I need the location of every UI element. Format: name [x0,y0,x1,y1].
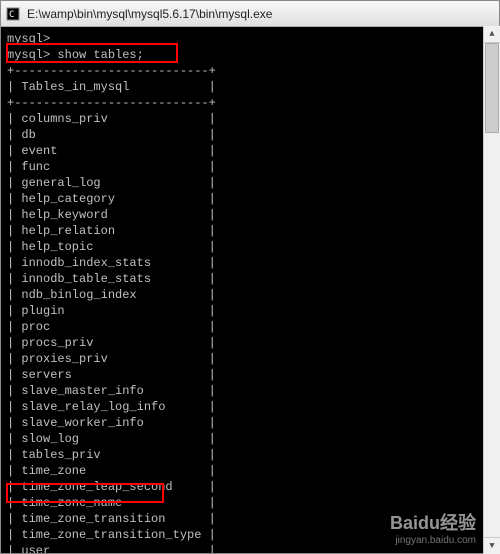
command-line: mysql> show tables; [7,47,482,63]
table-row: | event | [7,143,482,159]
command-text: show tables; [57,48,143,62]
table-row: | time_zone | [7,463,482,479]
table-border-mid: +---------------------------+ [7,95,482,111]
table-border-top: +---------------------------+ [7,63,482,79]
table-row: | slave_master_info | [7,383,482,399]
scroll-up-button[interactable]: ▲ [484,26,500,43]
table-row: | proxies_priv | [7,351,482,367]
table-row: | help_topic | [7,239,482,255]
title-bar[interactable]: C E:\wamp\bin\mysql\mysql5.6.17\bin\mysq… [1,1,499,27]
table-row: | general_log | [7,175,482,191]
table-row: | help_category | [7,191,482,207]
app-icon: C [5,6,21,22]
vertical-scrollbar[interactable]: ▲ ▼ [483,26,500,554]
table-row: | func | [7,159,482,175]
terminal-output[interactable]: mysql> mysql> show tables; +------------… [1,27,499,553]
scrollbar-thumb[interactable] [485,43,499,133]
table-row: | plugin | [7,303,482,319]
table-row: | slave_relay_log_info | [7,399,482,415]
table-row: | servers | [7,367,482,383]
table-row: | tables_priv | [7,447,482,463]
table-row: | db | [7,127,482,143]
table-row: | slave_worker_info | [7,415,482,431]
window-title: E:\wamp\bin\mysql\mysql5.6.17\bin\mysql.… [27,7,272,21]
table-row: | proc | [7,319,482,335]
svg-text:C: C [9,10,14,20]
scroll-down-button[interactable]: ▼ [484,537,500,554]
table-row: | ndb_binlog_index | [7,287,482,303]
table-row: | innodb_index_stats | [7,255,482,271]
table-row: | slow_log | [7,431,482,447]
table-row: | help_keyword | [7,207,482,223]
table-row: | time_zone_leap_second | [7,479,482,495]
watermark: Baidu经验 jingyan.baidu.com [390,509,476,546]
watermark-url: jingyan.baidu.com [390,535,476,546]
table-header: | Tables_in_mysql | [7,79,482,95]
prompt: mysql> [7,48,57,62]
table-row: | columns_priv | [7,111,482,127]
prompt-line: mysql> [7,31,482,47]
console-window: C E:\wamp\bin\mysql\mysql5.6.17\bin\mysq… [0,0,500,554]
table-row: | procs_priv | [7,335,482,351]
table-row: | help_relation | [7,223,482,239]
table-row: | innodb_table_stats | [7,271,482,287]
watermark-brand: Baidu经验 [390,509,476,535]
